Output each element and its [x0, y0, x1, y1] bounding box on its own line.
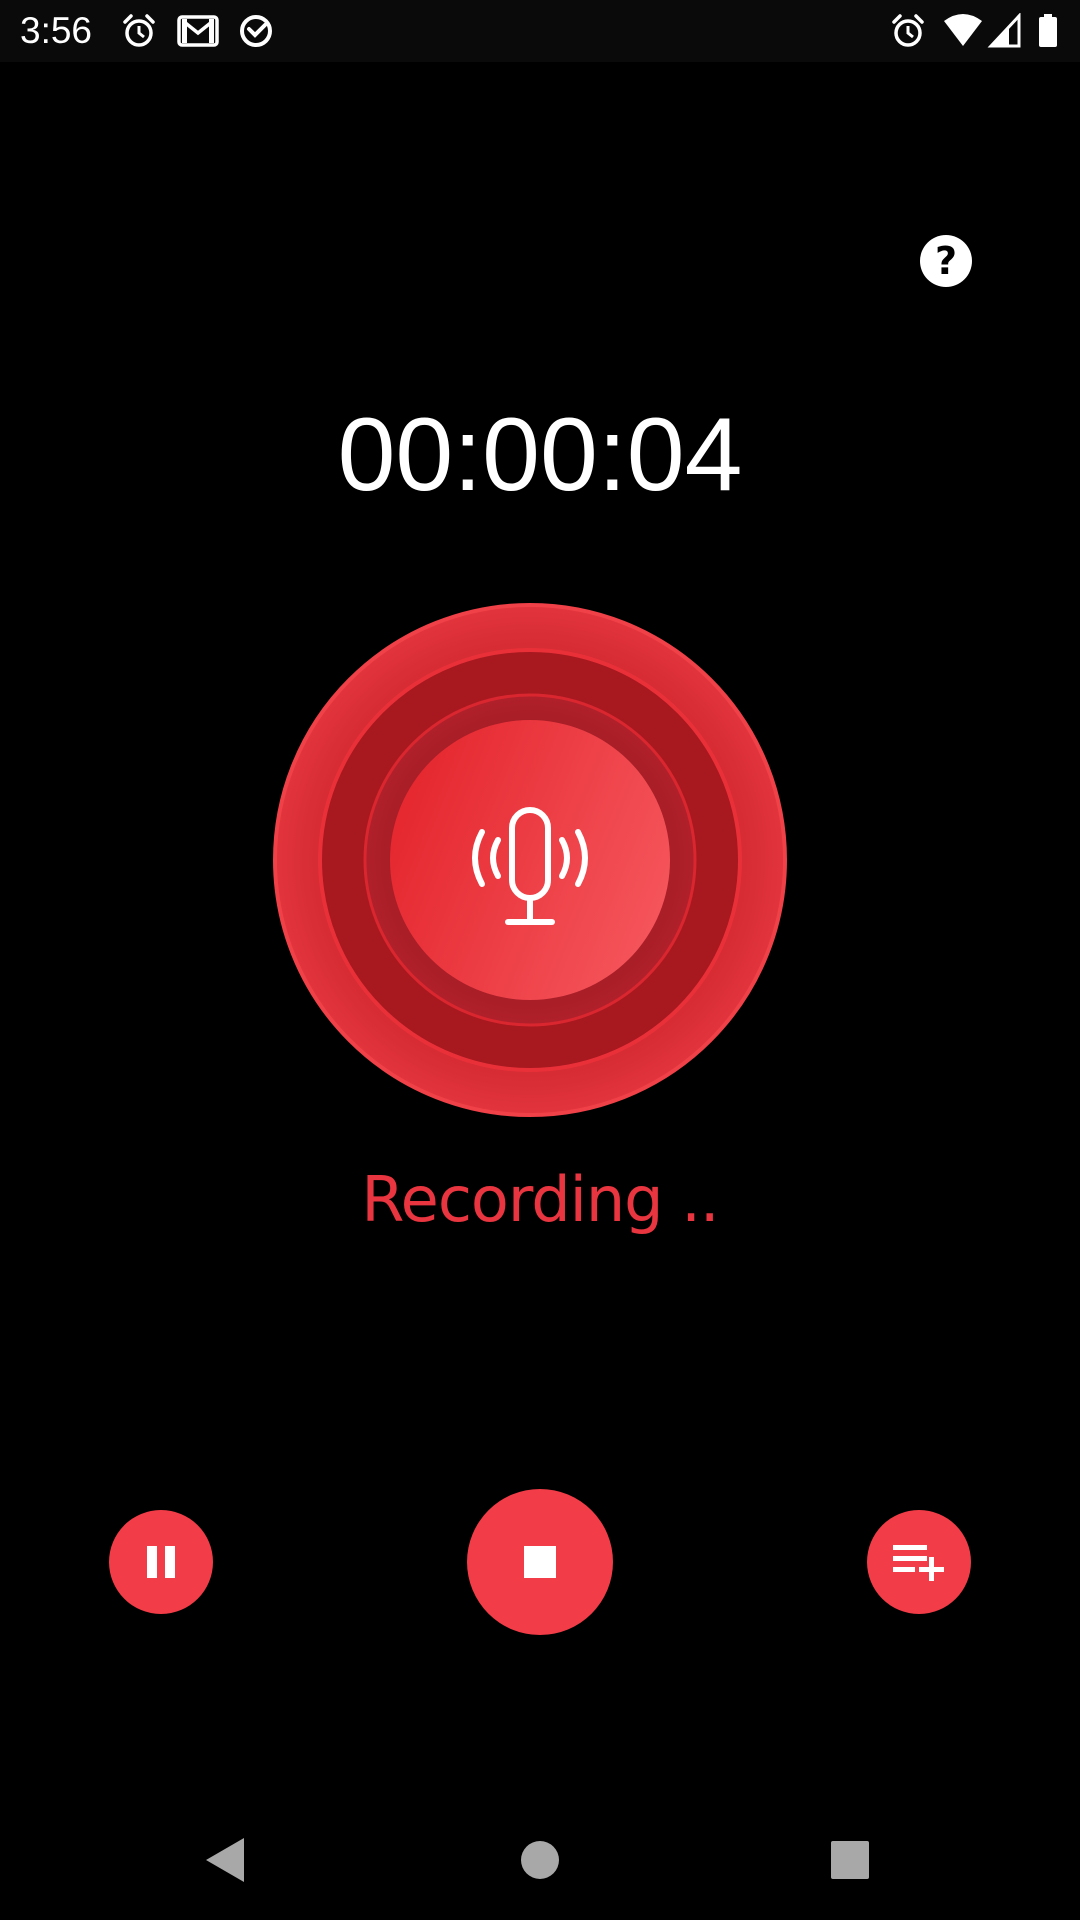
- pause-button[interactable]: [109, 1510, 213, 1614]
- record-core: [390, 720, 670, 1000]
- recents-button[interactable]: [820, 1830, 880, 1890]
- wifi-icon: [942, 13, 984, 49]
- help-icon: ?: [934, 239, 958, 283]
- alarm-icon: [890, 13, 926, 49]
- battery-icon: [1036, 13, 1060, 49]
- navigation-bar: [0, 1800, 1080, 1920]
- cell-signal-icon: [987, 12, 1023, 49]
- elapsed-timer: 00:00:04: [337, 397, 743, 513]
- playlist-add-icon: [893, 1545, 944, 1581]
- stop-button[interactable]: [467, 1489, 613, 1635]
- recents-icon: [831, 1841, 869, 1879]
- recording-indicator[interactable]: [270, 600, 790, 1120]
- sync-icon: [238, 13, 274, 49]
- back-icon: [206, 1838, 244, 1882]
- status-time: 3:56: [20, 10, 93, 51]
- gmail-icon: [177, 13, 219, 49]
- stop-icon: [524, 1546, 556, 1578]
- help-button[interactable]: ?: [920, 235, 972, 287]
- alarm-icon: [121, 13, 157, 49]
- pause-icon: [147, 1546, 175, 1578]
- home-button[interactable]: [510, 1830, 570, 1890]
- status-bar: 3:56: [0, 0, 1080, 62]
- recording-status: Recording ..: [361, 1163, 719, 1236]
- back-button[interactable]: [196, 1830, 256, 1890]
- home-icon: [521, 1841, 559, 1879]
- add-to-playlist-button[interactable]: [867, 1510, 971, 1614]
